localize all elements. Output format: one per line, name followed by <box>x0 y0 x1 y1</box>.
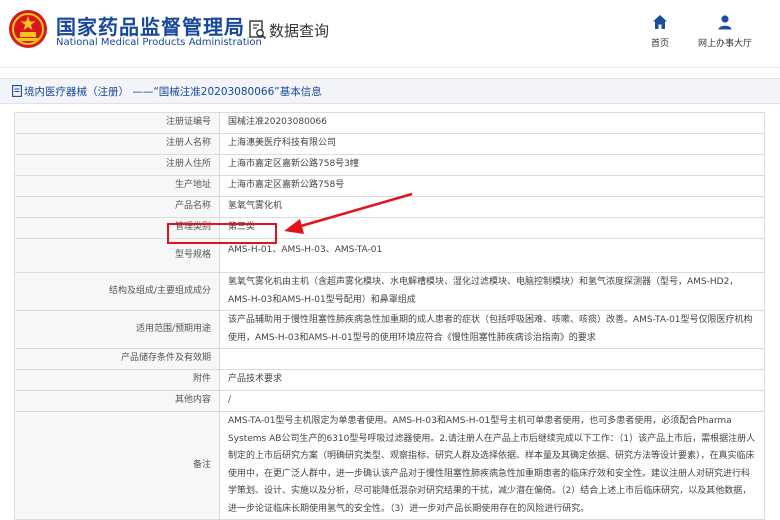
row-value: 产品技术要求 <box>219 369 765 391</box>
row-value: 上海市嘉定区嘉新公路758号3幢 <box>219 154 765 176</box>
table-row: 生产地址 上海市嘉定区嘉新公路758号 <box>14 175 765 197</box>
record-title-bar: 境内医疗器械（注册） ——“国械注准20203080066”基本信息 <box>0 78 780 104</box>
data-query-label: 数据查询 <box>269 22 330 40</box>
site-header: 国家药品监督管理局 National Medical Products Admi… <box>0 0 780 68</box>
table-row: 适用范围/预期用途 该产品辅助用于慢性阻塞性肺疾病急性加重期的成人患者的症状（包… <box>14 310 765 349</box>
row-label: 注册人住所 <box>14 154 220 176</box>
row-value: AMS-H-01、AMS-H-03、AMS-TA-01 <box>219 238 765 273</box>
table-row: 结构及组成/主要组成成分 氢氧气雾化机由主机（含超声雾化模块、水电解槽模块、湿化… <box>14 272 765 311</box>
table-row: 备注 AMS-TA-01型号主机限定为单患者使用。AMS-H-03和AMS-H-… <box>14 411 765 520</box>
row-label: 附件 <box>14 369 220 391</box>
table-row: 附件 产品技术要求 <box>14 369 765 391</box>
row-label: 备注 <box>14 411 220 520</box>
row-label: 生产地址 <box>14 175 220 197</box>
nav-service-hall-link[interactable]: 网上办事大厅 <box>695 14 755 49</box>
row-value: 该产品辅助用于慢性阻塞性肺疾病急性加重期的成人患者的症状（包括呼吸困难、咳嗽、咳… <box>219 310 765 349</box>
highlight-box <box>167 223 277 244</box>
row-value: 国械注准20203080066 <box>219 112 765 134</box>
table-row: 注册证编号 国械注准20203080066 <box>14 112 765 134</box>
brand-title-en: National Medical Products Administration <box>56 37 262 48</box>
row-label: 注册证编号 <box>14 112 220 134</box>
table-row: 型号规格 AMS-H-01、AMS-H-03、AMS-TA-01 <box>14 238 765 273</box>
row-value: 上海潓美医疗科技有限公司 <box>219 133 765 155</box>
row-value: 氢氧气雾化机由主机（含超声雾化模块、水电解槽模块、湿化过滤模块、电脑控制模块）和… <box>219 272 765 311</box>
nav-home-label: 首页 <box>650 39 669 49</box>
table-row: 产品储存条件及有效期 <box>14 348 765 370</box>
row-label: 结构及组成/主要组成成分 <box>14 272 220 311</box>
row-label: 产品储存条件及有效期 <box>14 348 220 370</box>
row-value: 氢氧气雾化机 <box>219 196 765 218</box>
document-icon <box>12 85 22 97</box>
national-emblem-icon <box>9 10 47 48</box>
row-label: 适用范围/预期用途 <box>14 310 220 349</box>
nav-home-link[interactable]: 首页 <box>645 14 675 49</box>
data-query-icon <box>249 20 267 40</box>
row-label: 其他内容 <box>14 390 220 412</box>
record-title: 境内医疗器械（注册） ——“国械注准20203080066”基本信息 <box>24 86 322 98</box>
table-row: 产品名称 氢氧气雾化机 <box>14 196 765 218</box>
row-value: 上海市嘉定区嘉新公路758号 <box>219 175 765 197</box>
table-row: 其他内容 / <box>14 390 765 412</box>
row-label: 注册人名称 <box>14 133 220 155</box>
brand-title-cn: 国家药品监督管理局 <box>56 15 245 39</box>
row-value: / <box>219 390 765 412</box>
detail-table: 注册证编号 国械注准20203080066 注册人名称 上海潓美医疗科技有限公司… <box>14 112 765 520</box>
table-row: 管理类别 第三类 <box>14 217 765 239</box>
home-icon <box>653 15 667 29</box>
row-value <box>219 348 765 370</box>
table-row: 注册人住所 上海市嘉定区嘉新公路758号3幢 <box>14 154 765 176</box>
row-label: 产品名称 <box>14 196 220 218</box>
nav-service-hall-label: 网上办事大厅 <box>697 39 752 49</box>
row-value: AMS-TA-01型号主机限定为单患者使用。AMS-H-03和AMS-H-01型… <box>219 411 765 520</box>
row-value: 第三类 <box>219 217 765 239</box>
table-row: 注册人名称 上海潓美医疗科技有限公司 <box>14 133 765 155</box>
user-icon <box>718 15 732 30</box>
detail-table-wrapper: 注册证编号 国械注准20203080066 注册人名称 上海潓美医疗科技有限公司… <box>14 112 765 520</box>
